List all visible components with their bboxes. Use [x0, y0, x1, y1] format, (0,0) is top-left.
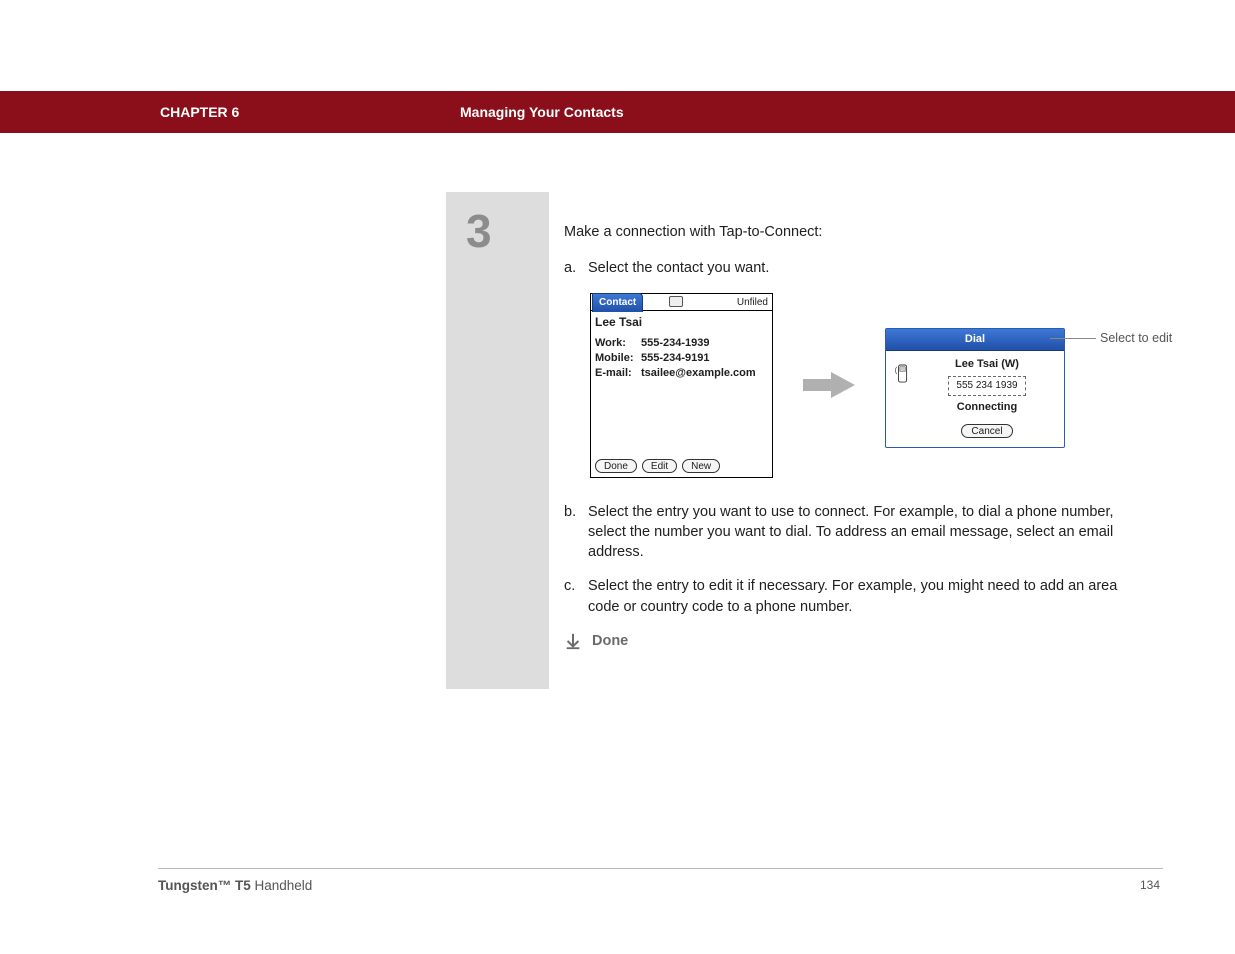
- phone-icon: [894, 363, 912, 385]
- arrow-right-icon: [801, 370, 857, 400]
- substep-c: c. Select the entry to edit it if necess…: [564, 576, 1146, 617]
- contact-row-mobile[interactable]: Mobile: 555-234-9191: [595, 351, 768, 366]
- substep-b: b. Select the entry you want to use to c…: [564, 502, 1146, 563]
- step-number: 3: [466, 204, 549, 258]
- done-button[interactable]: Done: [595, 459, 637, 473]
- category-dropdown[interactable]: Unfiled: [737, 296, 768, 310]
- contact-tab[interactable]: Contact: [592, 293, 643, 312]
- lead-text: Make a connection with Tap-to-Connect:: [564, 222, 1146, 242]
- dial-dialog: Dial Lee Tsai (W) 555 234 1939 Connectin…: [885, 328, 1065, 448]
- bluetooth-status-icon[interactable]: [669, 296, 683, 307]
- dial-contact-name: Lee Tsai (W): [918, 357, 1056, 372]
- cancel-button[interactable]: Cancel: [961, 424, 1012, 438]
- instruction-panel: 3 Make a connection with Tap-to-Connect:…: [446, 192, 1161, 689]
- illustration-row: Contact Unfiled Lee Tsai Work: 555-234-1…: [590, 293, 1146, 478]
- annotation-select-to-edit: Select to edit: [1100, 330, 1172, 348]
- chapter-number: CHAPTER 6: [160, 104, 239, 120]
- chapter-title: Managing Your Contacts: [460, 104, 624, 120]
- new-button[interactable]: New: [682, 459, 720, 473]
- contact-row-email[interactable]: E-mail: tsailee@example.com: [595, 366, 768, 381]
- footer-product: Tungsten™ T5 Handheld: [158, 878, 312, 893]
- contact-titlebar: Contact Unfiled: [591, 294, 772, 311]
- arrow-down-icon: [564, 632, 582, 650]
- substep-a: a. Select the contact you want.: [564, 258, 1146, 278]
- done-marker: Done: [564, 631, 1146, 651]
- contact-screen: Contact Unfiled Lee Tsai Work: 555-234-1…: [590, 293, 773, 478]
- step-number-column: 3: [446, 192, 549, 689]
- step-content: Make a connection with Tap-to-Connect: a…: [549, 192, 1161, 689]
- contact-name: Lee Tsai: [591, 311, 772, 337]
- dial-title: Dial: [886, 329, 1064, 351]
- chapter-header: CHAPTER 6 Managing Your Contacts: [0, 91, 1235, 133]
- footer-rule: [158, 868, 1163, 869]
- edit-button[interactable]: Edit: [642, 459, 677, 473]
- dial-status: Connecting: [918, 400, 1056, 415]
- contact-row-work[interactable]: Work: 555-234-1939: [595, 336, 768, 351]
- done-label: Done: [592, 631, 628, 651]
- annotation-line: [1050, 338, 1096, 339]
- dial-number-field[interactable]: 555 234 1939: [948, 376, 1026, 396]
- footer-page-number: 134: [1140, 878, 1160, 892]
